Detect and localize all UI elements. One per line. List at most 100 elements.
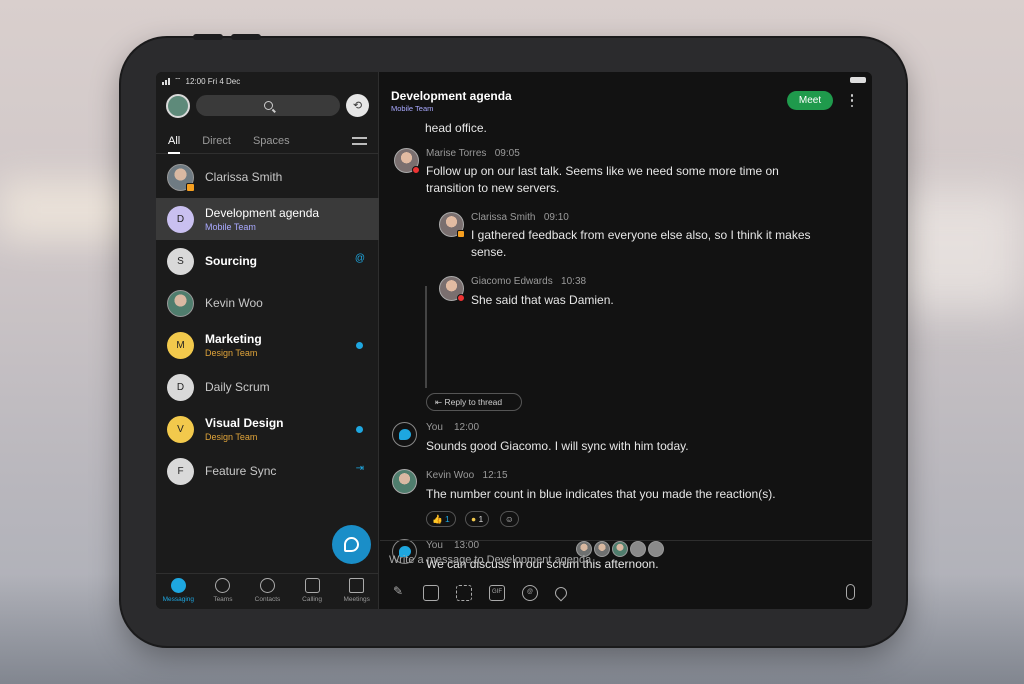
filter-settings-icon[interactable] [352, 136, 367, 146]
unread-dot [356, 426, 363, 433]
tab-all[interactable]: All [168, 128, 181, 154]
conversation-name: Marketing [205, 332, 262, 346]
reaction-count: 1 [478, 514, 484, 524]
avatar: V [167, 415, 194, 443]
reaction-thumbs-up[interactable]: 👍 1 [426, 511, 456, 527]
my-avatar[interactable] [166, 94, 190, 118]
message-author: Marise Torres [426, 148, 487, 159]
message-list: head office. Marise Torres 09:05 Follow … [380, 112, 872, 571]
conversation-item-sourcing[interactable]: S Sourcing @ [156, 240, 379, 282]
nav-calling[interactable]: Calling [290, 574, 335, 609]
reply-label: Reply to thread [444, 397, 503, 407]
message-time: 09:10 [543, 212, 569, 223]
message-author: Giacomo Edwards [471, 276, 553, 287]
conversation-name: Sourcing [205, 254, 258, 268]
nav-messaging[interactable]: Messaging [156, 574, 201, 609]
nav-label: Calling [302, 596, 323, 603]
conversation-item-daily-scrum[interactable]: D Daily Scrum [156, 366, 379, 408]
avatar [439, 276, 465, 302]
location-icon[interactable] [552, 584, 570, 602]
bottom-navigation: Messaging Teams Contacts Calling Meeting… [156, 573, 379, 609]
add-reaction-button[interactable]: ☺ [500, 511, 519, 527]
avatar [439, 212, 465, 238]
conversation-team: Design Team [205, 348, 258, 358]
meeting-join-icon: ⇥ [355, 463, 364, 474]
message-input[interactable]: Write a message to Development agenda [389, 554, 591, 566]
signal-icon [162, 77, 170, 85]
dnd-status-icon [457, 294, 465, 302]
avatar: M [167, 331, 194, 359]
message-meta: Giacomo Edwards 10:38 [471, 276, 586, 287]
conversation-team: Mobile Team [205, 222, 256, 232]
microphone-icon[interactable] [846, 584, 855, 600]
nav-meetings[interactable]: Meetings [334, 574, 379, 609]
status-bar: ⌔ 12:00 Fri 4 Dec [162, 76, 240, 86]
search-input[interactable] [196, 95, 340, 116]
conversation-name: Daily Scrum [205, 380, 270, 394]
battery-icon [850, 77, 866, 83]
teams-icon [215, 578, 231, 593]
filter-tabs: All Direct Spaces [156, 128, 379, 154]
avatar [394, 148, 420, 174]
wifi-icon: ⌔ [174, 76, 182, 85]
conversation-item-clarissa-smith[interactable]: Clarissa Smith [156, 156, 379, 198]
message-meta: Clarissa Smith 09:10 [471, 212, 569, 223]
message-time: 10:38 [561, 276, 587, 287]
message-line: transition to new servers. [426, 181, 560, 195]
compose-icon: ⟲ [352, 100, 363, 112]
search-icon [263, 101, 273, 110]
add-reaction-icon: ☺ [505, 514, 514, 524]
sidebar-topbar: ⟲ [166, 94, 369, 118]
more-options-icon[interactable] [850, 94, 854, 107]
nav-teams[interactable]: Teams [201, 574, 246, 609]
message-time: 12:15 [482, 470, 508, 481]
chat-title: Development agenda [391, 89, 512, 103]
app-screen: ⌔ 12:00 Fri 4 Dec ⟲ All Direct Spaces Cl… [156, 72, 872, 609]
conversation-sidebar: ⌔ 12:00 Fri 4 Dec ⟲ All Direct Spaces Cl… [156, 72, 379, 609]
message-time: 12:00 [454, 422, 480, 433]
conversation-item-marketing[interactable]: M Marketing Design Team [156, 324, 379, 366]
message-meta: Kevin Woo 12:15 [426, 470, 508, 481]
tab-direct[interactable]: Direct [202, 128, 231, 154]
conversation-item-kevin-woo[interactable]: Kevin Woo [156, 282, 379, 324]
dnd-status-icon [412, 166, 420, 174]
nav-contacts[interactable]: Contacts [245, 574, 290, 609]
image-icon[interactable] [423, 585, 439, 601]
tab-spaces[interactable]: Spaces [253, 128, 290, 154]
message-author: You [426, 422, 443, 433]
gif-icon[interactable]: GIF [489, 585, 505, 601]
conversation-name: Development agenda [205, 206, 320, 220]
reaction-emoji[interactable]: ● 1 [465, 511, 490, 527]
conversation-item-feature-sync[interactable]: F Feature Sync ⇥ [156, 450, 379, 492]
message-meta: Marise Torres 09:05 [426, 148, 520, 159]
avatar [167, 289, 194, 317]
message-meta: You 12:00 [426, 422, 479, 433]
meet-button[interactable]: Meet [787, 91, 833, 110]
message-text: Sounds good Giacomo. I will sync with hi… [426, 439, 689, 453]
avatar: F [167, 457, 194, 485]
conversation-name: Clarissa Smith [205, 170, 283, 184]
nav-label: Teams [213, 596, 233, 603]
mention-badge: @ [354, 253, 365, 264]
phone-icon [304, 578, 320, 593]
screenshot-icon[interactable] [456, 585, 472, 601]
conversation-name: Kevin Woo [205, 296, 263, 310]
conversation-item-development-agenda[interactable]: D Development agenda Mobile Team [156, 198, 379, 240]
new-message-button[interactable]: ⟲ [346, 94, 369, 117]
reply-to-thread-button[interactable]: ⇤ Reply to thread [426, 393, 522, 411]
conversation-item-visual-design[interactable]: V Visual Design Design Team [156, 408, 379, 450]
my-avatar [392, 422, 417, 447]
pen-icon[interactable]: ✎ [390, 585, 406, 601]
avatar [392, 469, 417, 494]
status-time: 12:00 Fri 4 Dec [185, 76, 241, 86]
new-conversation-button[interactable] [332, 525, 371, 564]
chat-header: Development agenda Mobile Team [391, 89, 512, 113]
message-time: 09:05 [494, 148, 520, 159]
composer-toolbar: ✎ GIF @ [390, 584, 570, 602]
mention-icon[interactable]: @ [522, 585, 538, 601]
message-line: Follow up on our last talk. Seems like w… [426, 164, 779, 178]
nav-label: Meetings [343, 596, 370, 603]
power-button [231, 34, 261, 40]
conversation-name: Visual Design [205, 416, 284, 430]
contacts-icon [259, 578, 275, 593]
